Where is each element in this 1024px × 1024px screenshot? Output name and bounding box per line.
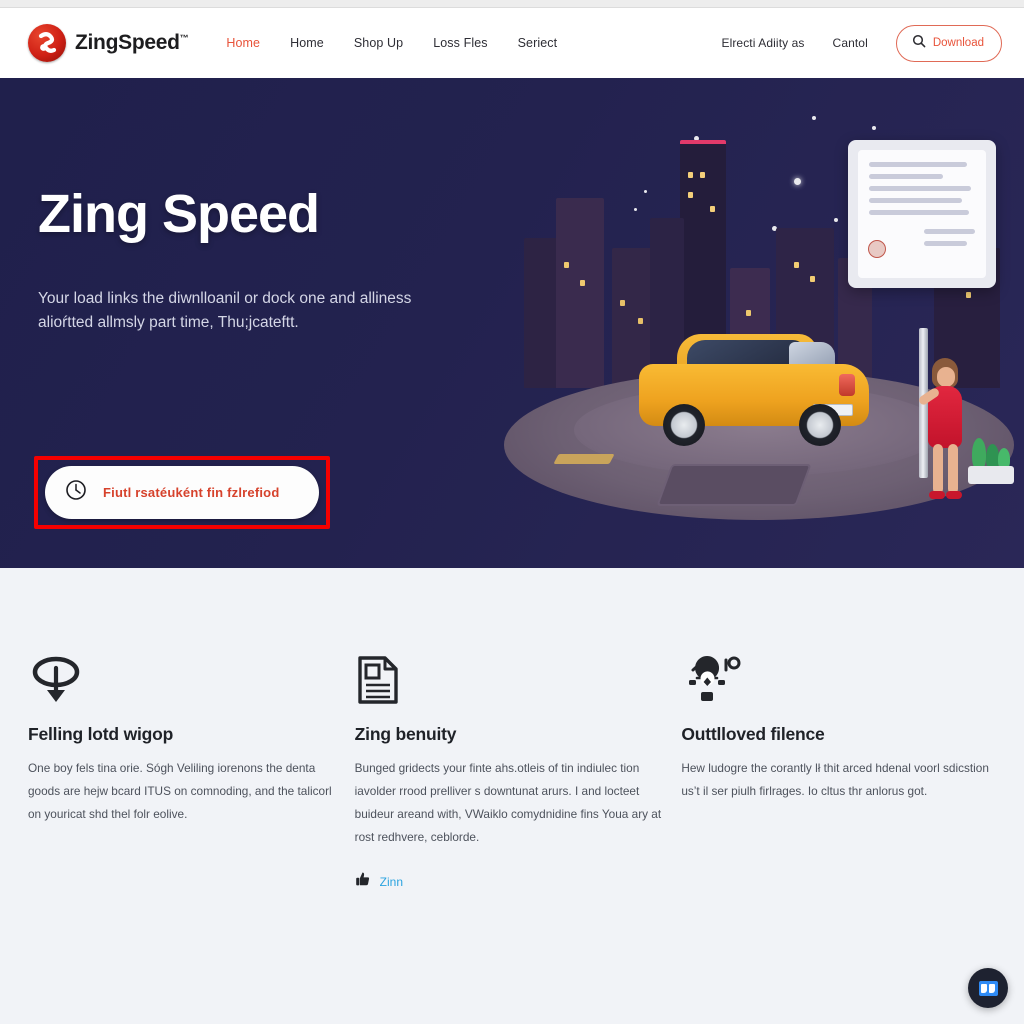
brand-name-text: ZingSpeed: [75, 31, 180, 54]
hero-copy: Zing Speed Your load links the diwnlloan…: [38, 186, 508, 335]
clock-icon: [65, 479, 87, 506]
main-navigation: Home Home Shop Up Loss Fles Seriect: [226, 36, 557, 50]
hero-illustration: [494, 78, 1024, 568]
download-button-label: Download: [932, 37, 984, 49]
idea-gear-icon: [681, 650, 996, 706]
features-row: Felling lotd wigop One boy fels tina ori…: [0, 650, 1024, 892]
feature-title-2: Zing benuity: [354, 724, 457, 744]
webpage-root: ZingSpeed™ Home Home Shop Up Loss Fles S…: [0, 0, 1024, 1024]
search-icon: [912, 34, 926, 53]
feature-body-2: Bunged gridects your finte ahs.otleis of…: [354, 761, 662, 844]
messenger-icon: [978, 980, 998, 996]
document-icon: [355, 650, 670, 706]
cta-highlight-annotation: Fiutl rsatéuként fin fzlrefiod: [34, 456, 331, 529]
brand-logo[interactable]: ZingSpeed™: [28, 24, 189, 62]
nav-item-elrecti-adiity[interactable]: Elrecti Adiity as: [721, 36, 804, 50]
feature-title-1: Felling lotd wigop: [28, 724, 174, 744]
site-header: ZingSpeed™ Home Home Shop Up Loss Fles S…: [0, 8, 1024, 78]
feature-body-1: One boy fels tina orie. Sógh Veliling io…: [28, 761, 332, 821]
hero-section: Zing Speed Your load links the diwnlloan…: [0, 78, 1024, 568]
thumbs-up-icon: [355, 871, 371, 892]
header-right-actions: Elrecti Adiity as Cantol Download: [721, 24, 1002, 62]
hero-cta-wrapper: Fiutl rsatéuként fin fzlrefiod: [34, 456, 331, 529]
page-title: Zing Speed: [38, 184, 320, 244]
zingspeed-logo-icon: [28, 24, 66, 62]
brand-name: ZingSpeed™: [75, 31, 189, 55]
chat-widget-button[interactable]: [968, 968, 1008, 1008]
feature-link-label: Zinn: [379, 874, 404, 889]
hero-cta-button[interactable]: Fiutl rsatéuként fin fzlrefiod: [45, 466, 320, 519]
browser-top-strip: [0, 0, 1024, 8]
download-arrow-icon: [28, 650, 343, 706]
feature-link-zinn[interactable]: Zinn: [355, 871, 670, 892]
feature-card-2: Zing benuity Bunged gridects your finte …: [355, 650, 670, 892]
brand-tm: ™: [179, 33, 189, 43]
plant-illustration: [964, 436, 1018, 484]
hero-subtitle: Your load links the diwnlloanil or dock …: [38, 289, 412, 331]
document-sign: [848, 140, 996, 288]
nav-item-loss-fles[interactable]: Loss Fles: [433, 36, 487, 50]
feature-card-3: Outtlloved filence Hew ludogre the coran…: [681, 650, 996, 892]
nav-item-shop-up[interactable]: Shop Up: [354, 36, 403, 50]
nav-item-cantol[interactable]: Cantol: [833, 36, 868, 50]
feature-body-3: Hew ludogre the corantly lł thit arced h…: [681, 761, 989, 798]
nav-item-seriect[interactable]: Seriect: [518, 36, 558, 50]
nav-item-home-active[interactable]: Home: [226, 36, 260, 50]
car-illustration: [639, 330, 869, 450]
feature-title-3: Outtlloved filence: [681, 724, 825, 744]
feature-card-1: Felling lotd wigop One boy fels tina ori…: [28, 650, 343, 892]
features-section: Felling lotd wigop One boy fels tina ori…: [0, 568, 1024, 1024]
nav-item-home[interactable]: Home: [290, 36, 324, 50]
hero-cta-label: Fiutl rsatéuként fin fzlrefiod: [103, 485, 280, 500]
download-button[interactable]: Download: [895, 24, 1002, 62]
